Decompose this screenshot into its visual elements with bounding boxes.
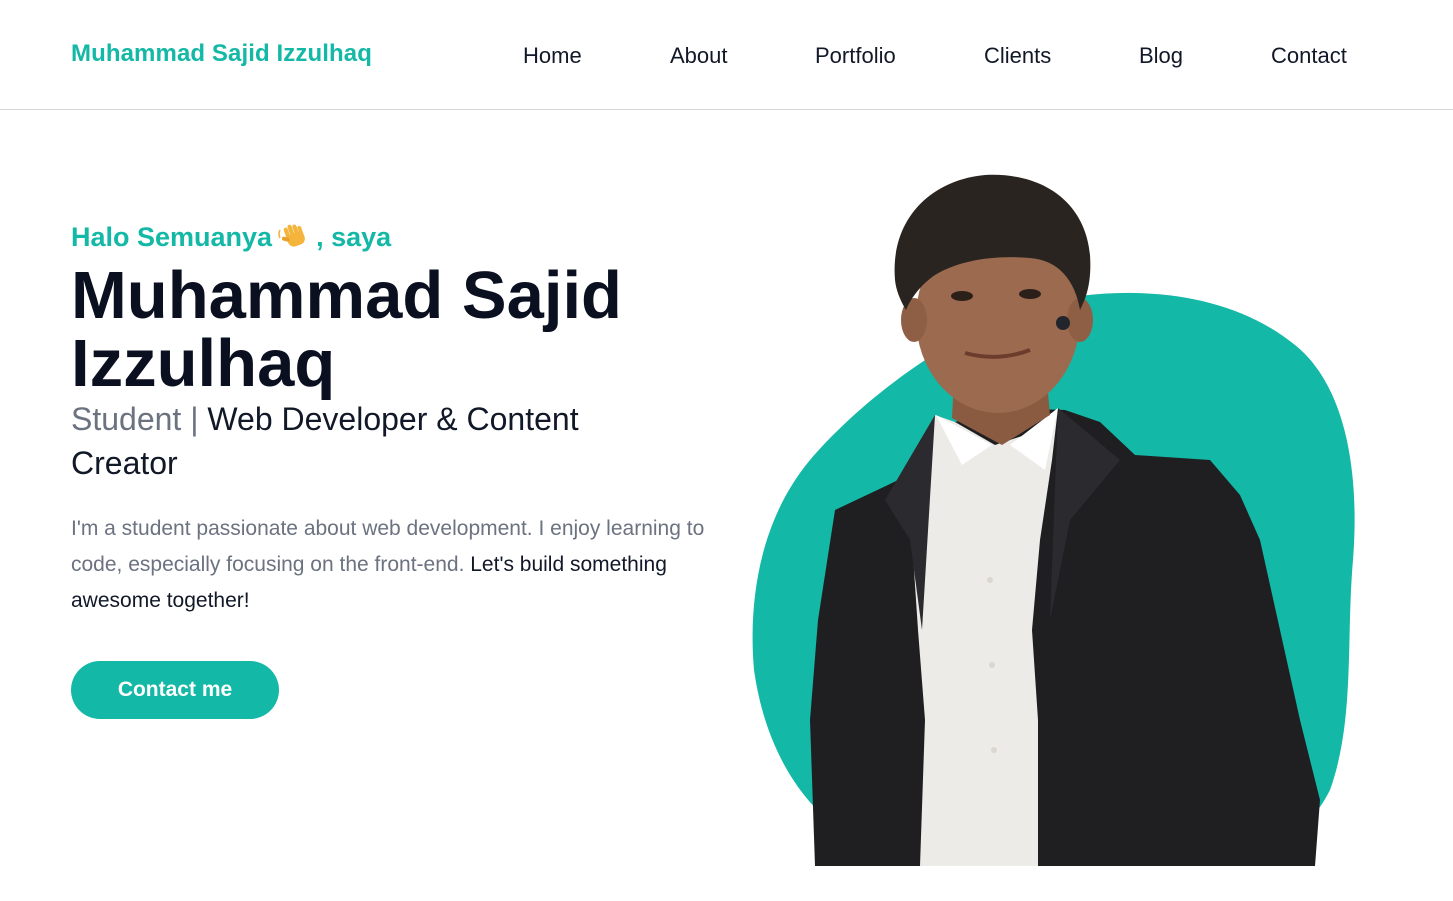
hero-name-line2: Izzulhaq [71,326,336,401]
hero-name-line1: Muhammad Sajid [71,258,622,333]
role-student: Student | [71,401,208,437]
brand-logo[interactable]: Muhammad Sajid Izzulhaq [71,40,372,68]
hero-greeting: Halo Semuanya , saya [71,222,391,253]
nav-link-about[interactable]: About [670,43,728,69]
navbar: Muhammad Sajid Izzulhaq Home About Portf… [0,0,1453,110]
nav-link-clients[interactable]: Clients [984,43,1051,69]
nav-link-contact[interactable]: Contact [1271,43,1347,69]
greeting-suffix: , saya [316,222,392,252]
hero-subtitle: Student | Web Developer & Content Creato… [71,397,691,485]
contact-me-button[interactable]: Contact me [71,661,279,719]
nav-link-home[interactable]: Home [523,43,582,69]
nav-link-portfolio[interactable]: Portfolio [815,43,896,69]
greeting-text: Halo Semuanya [71,222,273,252]
hero-portrait [740,160,1380,880]
hero-description: I'm a student passionate about web devel… [71,511,711,619]
waving-hand-icon [278,222,312,252]
nav-link-blog[interactable]: Blog [1139,43,1183,69]
hero-title: Muhammad Sajid Izzulhaq [71,262,711,398]
